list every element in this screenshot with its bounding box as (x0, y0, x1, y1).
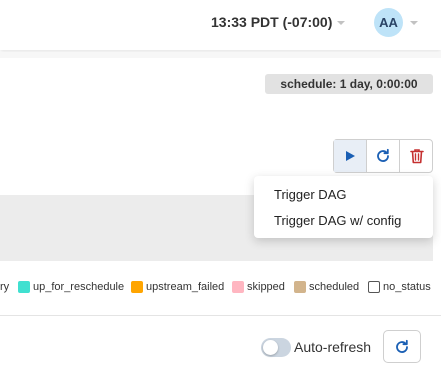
refresh-icon (377, 148, 389, 162)
timezone-selector[interactable]: 13:33 PDT (-07:00) (211, 14, 332, 30)
auto-refresh-toggle[interactable] (261, 338, 291, 357)
legend-label: skipped (247, 281, 285, 293)
legend-swatch (368, 281, 380, 293)
refresh-icon (396, 339, 408, 353)
legend-label: upstream_failed (146, 281, 225, 293)
legend-label: scheduled (309, 281, 360, 293)
divider (0, 315, 441, 316)
legend-swatch (294, 281, 306, 293)
legend-label: up_for_reschedule (33, 281, 125, 293)
schedule-badge: schedule: 1 day, 0:00:00 (265, 74, 433, 94)
refresh-button[interactable] (383, 330, 421, 363)
menu-item-trigger-dag[interactable]: Trigger DAG (274, 187, 346, 202)
trash-icon (409, 149, 424, 164)
chevron-down-icon[interactable] (410, 21, 418, 25)
auto-refresh-label: Auto-refresh (294, 339, 372, 355)
legend-label: ry (0, 281, 10, 293)
toggle-knob (263, 340, 278, 355)
legend-swatch (18, 281, 30, 293)
menu-item-trigger-dag-with-config[interactable]: Trigger DAG w/ config (274, 213, 401, 228)
header-divider (0, 52, 441, 58)
trigger-dag-button[interactable] (334, 140, 367, 172)
legend-swatch (232, 281, 244, 293)
legend-label: no_status (383, 281, 431, 293)
dag-action-buttons (333, 139, 433, 173)
refresh-dag-button[interactable] (367, 140, 400, 172)
user-avatar[interactable]: AA (374, 8, 403, 37)
dag-page: 13:33 PDT (-07:00) AA schedule: 1 day, 0… (0, 0, 441, 385)
chevron-down-icon[interactable] (337, 21, 345, 25)
delete-dag-button[interactable] (400, 140, 433, 172)
trigger-dropdown-menu: Trigger DAG Trigger DAG w/ config (254, 176, 433, 238)
legend-swatch (131, 281, 143, 293)
top-navbar: 13:33 PDT (-07:00) AA (0, 0, 441, 50)
play-icon (346, 151, 355, 161)
